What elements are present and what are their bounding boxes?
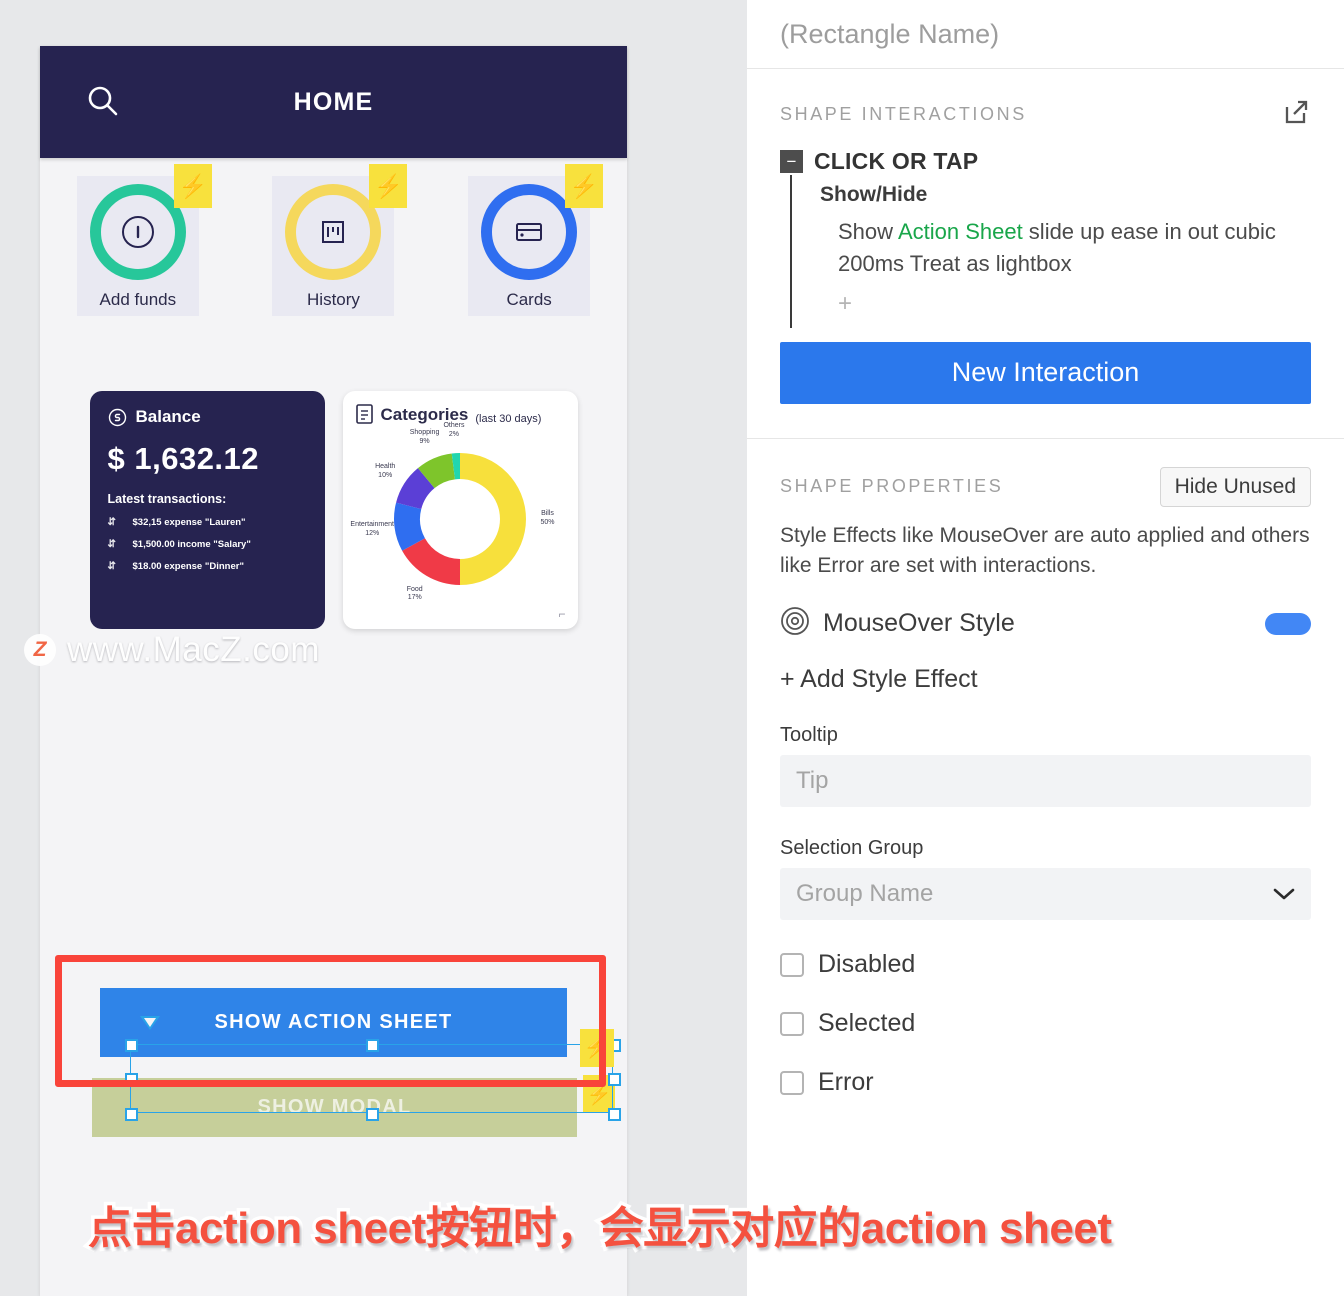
tooltip-input[interactable]: Tip (780, 755, 1311, 808)
balance-card[interactable]: Balance $ 1,632.12 Latest transactions: … (89, 391, 325, 629)
chevron-down-icon[interactable] (1273, 880, 1295, 908)
event-click-or-tap[interactable]: − CLICK OR TAP (780, 148, 1344, 175)
error-label: Error (818, 1068, 874, 1097)
add-style-effect-button[interactable]: + Add Style Effect (780, 665, 1311, 694)
action-target[interactable]: Action Sheet (898, 219, 1023, 244)
resize-handle-icon[interactable]: ⌐ (558, 607, 565, 621)
selection-group-placeholder: Group Name (796, 880, 934, 908)
tooltip-placeholder: Tip (796, 767, 829, 795)
selected-label: Selected (818, 1009, 916, 1038)
event-label: CLICK OR TAP (814, 148, 979, 174)
transaction-row: ⇵ $32,15 expense "Lauren" (108, 517, 307, 528)
donut-label-health: Health 10% (375, 462, 396, 479)
transfer-icon: ⇵ (107, 561, 116, 572)
quick-actions-row: Add funds ⚡ History ⚡ Cards ⚡ (40, 164, 627, 316)
app-bar-title: HOME (293, 87, 374, 116)
transaction-text: $18.00 expense "Dinner" (132, 561, 244, 572)
balance-title: Balance (135, 407, 201, 426)
quick-action-history[interactable]: History ⚡ (272, 164, 408, 316)
new-interaction-button[interactable]: New Interaction (780, 341, 1311, 404)
transaction-row: ⇵ $1,500.00 income "Salary" (108, 539, 307, 550)
properties-panel[interactable]: (Rectangle Name) SHAPE INTERACTIONS − CL… (747, 0, 1344, 1296)
mouseover-style-row[interactable]: MouseOver Style (780, 606, 1311, 641)
chart-bars-icon (322, 221, 345, 243)
plus-icon[interactable]: + (838, 290, 1344, 318)
list-document-icon (355, 404, 373, 424)
categories-subtitle: (last 30 days) (475, 413, 542, 425)
interactions-body: − CLICK OR TAP Show/Hide Show Action She… (747, 148, 1344, 328)
search-icon[interactable] (83, 82, 123, 122)
donut-label-entertainment: Entertainment 12% (350, 521, 394, 537)
categories-donut-chart: Bills 50% Food 17% Entertainment 12% Health… (343, 422, 578, 617)
app-bar: HOME (40, 46, 627, 158)
add-funds-ring (89, 184, 186, 280)
mouseover-style-label: MouseOver Style (823, 609, 1015, 638)
design-canvas[interactable]: HOME Add funds ⚡ History ⚡ Cards ⚡ Balan… (0, 0, 747, 1296)
shape-interactions-header: SHAPE INTERACTIONS (747, 69, 1344, 132)
shape-interactions-title: SHAPE INTERACTIONS (780, 104, 1027, 124)
hide-unused-button[interactable]: Hide Unused (1159, 466, 1311, 507)
action-title: Show/Hide (820, 183, 928, 206)
lightning-bolt-icon[interactable]: ⚡ (565, 164, 604, 208)
transaction-text: $32,15 expense "Lauren" (132, 517, 246, 528)
watermark-text: www.MacZ.com (67, 630, 320, 669)
transfer-icon: ⇵ (107, 517, 116, 528)
action-desc-pre: Show (838, 219, 898, 244)
quick-action-label: Cards (506, 290, 552, 309)
selection-group-label: Selection Group (780, 837, 924, 860)
quick-action-cards[interactable]: Cards ⚡ (468, 164, 604, 316)
shape-name-input[interactable]: (Rectangle Name) (747, 0, 1344, 69)
donut-label-food: Food 17% (406, 585, 423, 602)
quick-action-label: Add funds (99, 290, 177, 309)
history-ring (285, 184, 382, 280)
shape-properties-title: SHAPE PROPERTIES (780, 476, 1004, 497)
quick-action-add-funds[interactable]: Add funds ⚡ (76, 164, 212, 316)
checkbox-row-disabled[interactable]: Disabled (780, 950, 1311, 979)
external-link-icon[interactable] (1281, 97, 1311, 132)
lightning-bolt-icon[interactable]: ⚡ (369, 164, 408, 208)
annotation-caption: 点击action sheet按钮时，会显示对应的action sheet (84, 1201, 1115, 1257)
tooltip-label: Tooltip (780, 724, 838, 747)
target-circles-icon (780, 606, 810, 641)
mouseover-style-toggle[interactable] (1265, 612, 1311, 635)
latest-transactions-label: Latest transactions: (107, 492, 227, 506)
disabled-label: Disabled (818, 950, 916, 979)
selection-group-select[interactable]: Group Name (780, 868, 1311, 921)
quick-action-label: History (307, 290, 360, 309)
shape-properties-header: SHAPE PROPERTIES Hide Unused (747, 439, 1344, 507)
donut-label-bills: Bills 50% (540, 510, 555, 526)
transaction-row: ⇵ $18.00 expense "Dinner" (108, 561, 307, 572)
watermark: Z www.MacZ.com (24, 630, 320, 670)
dollar-circle-icon (108, 408, 126, 426)
cards-row: Balance $ 1,632.12 Latest transactions: … (40, 391, 627, 629)
cards-ring (481, 184, 578, 280)
selected-checkbox[interactable] (780, 1011, 804, 1036)
action-description[interactable]: Show Action Sheet slide up ease in out c… (838, 216, 1338, 280)
credit-card-icon (516, 223, 543, 241)
balance-card-header: Balance (108, 407, 307, 427)
checkbox-row-selected[interactable]: Selected (780, 1009, 1311, 1038)
annotation-highlight-rect (55, 955, 606, 1087)
disabled-checkbox[interactable] (780, 952, 804, 977)
transfer-icon: ⇵ (107, 539, 116, 550)
properties-note: Style Effects like MouseOver are auto ap… (780, 523, 1310, 577)
lightning-bolt-icon[interactable]: ⚡ (173, 164, 212, 208)
phone-artboard[interactable]: HOME Add funds ⚡ History ⚡ Cards ⚡ Balan… (40, 46, 627, 1296)
transaction-text: $1,500.00 income "Salary" (132, 539, 251, 550)
donut-label-others: Others 2% (443, 422, 465, 438)
balance-amount: $ 1,632.12 (107, 441, 260, 476)
watermark-badge: Z (24, 634, 56, 666)
donut-slice (459, 453, 526, 585)
categories-card[interactable]: Categories (last 30 days) Bills 50% Food 1… (342, 391, 578, 629)
checkbox-row-error[interactable]: Error (780, 1068, 1311, 1097)
event-children: Show/Hide Show Action Sheet slide up eas… (790, 175, 1344, 328)
minus-icon[interactable]: − (780, 150, 803, 173)
coin-icon (121, 216, 154, 248)
error-checkbox[interactable] (780, 1070, 804, 1095)
